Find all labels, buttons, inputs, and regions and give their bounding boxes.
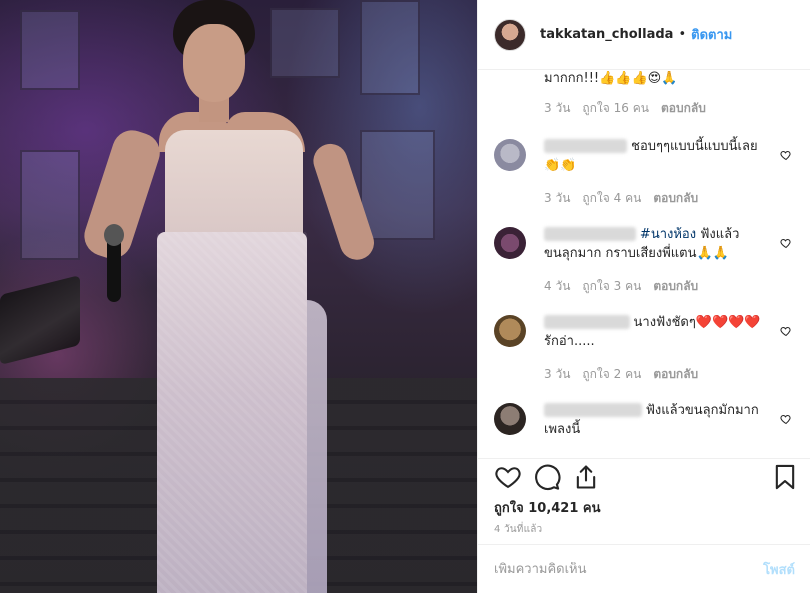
avatar[interactable] — [494, 18, 526, 51]
post-username[interactable]: takkatan_chollada — [540, 27, 673, 42]
post-button[interactable]: โพสต์ — [763, 559, 795, 580]
reply-button[interactable]: ตอบกลับ — [653, 277, 698, 296]
comment-text-block: nnaeng_auunฟังแล้วขนลุกมักมากเพลงนี้ — [544, 401, 768, 439]
post-timestamp[interactable]: 4 วันที่แล้ว — [494, 522, 542, 537]
avatar[interactable] — [494, 403, 526, 435]
bookmark-icon[interactable] — [771, 463, 799, 491]
reply-button[interactable]: ตอบกลับ — [653, 189, 698, 208]
comment-meta: 3 วัน ถูกใจ 4 คน ตอบกลับ — [544, 189, 698, 208]
backdrop-window — [20, 150, 80, 260]
comments-list[interactable]: มากกก!!!👍👍👍😍🙏 3 วัน ถูกใจ 16 คน ตอบกลับ … — [478, 71, 810, 458]
small-heart-icon[interactable] — [780, 413, 792, 425]
reply-button[interactable]: ตอบกลับ — [653, 365, 698, 384]
follow-button[interactable]: ติดตาม — [691, 24, 732, 45]
post-photo[interactable] — [0, 0, 477, 593]
singer-figure — [79, 0, 395, 593]
small-heart-icon[interactable] — [780, 237, 792, 249]
comment-time[interactable]: 3 วัน — [544, 189, 570, 208]
comment-likes[interactable]: ถูกใจ 2 คน — [582, 365, 641, 384]
small-heart-icon[interactable] — [780, 325, 792, 337]
comment-text-block: nipaaa3103นางฟังชัดๆ❤️❤️❤️❤️รักอ่า..... — [544, 313, 768, 351]
avatar[interactable] — [494, 227, 526, 259]
comment-text: มากกก!!!👍👍👍😍🙏 — [544, 71, 678, 86]
comment-time[interactable]: 3 วัน — [544, 99, 570, 118]
small-heart-icon[interactable] — [780, 149, 792, 161]
comment-text-block: ais_thiyanan#นางห้อง ฟังแล้วขนลุกมาก กรา… — [544, 225, 768, 263]
reply-button[interactable]: ตอบกลับ — [661, 99, 706, 118]
separator-dot: • — [678, 27, 687, 42]
comment-username[interactable]: nnaeng_auun — [544, 403, 642, 417]
avatar[interactable] — [494, 315, 526, 347]
comment-time[interactable]: 3 วัน — [544, 365, 570, 384]
comment-meta: 3 วัน ถูกใจ 16 คน ตอบกลับ — [544, 99, 706, 118]
guitar — [0, 275, 80, 365]
comment-text-block: laoolvnillasชอบๆๆแบบนี้แบบนี้เลย👏👏 — [544, 137, 768, 175]
avatar[interactable] — [494, 139, 526, 171]
comment-likes[interactable]: ถูกใจ 4 คน — [582, 189, 641, 208]
comment-meta: 4 วัน ถูกใจ 3 คน ตอบกลับ — [544, 277, 698, 296]
comment-time[interactable]: 4 วัน — [544, 277, 570, 296]
post-header: takkatan_chollada • ติดตาม — [478, 0, 810, 70]
microphone — [104, 224, 124, 302]
heart-icon[interactable] — [494, 463, 522, 491]
post-panel: takkatan_chollada • ติดตาม มากกก!!!👍👍👍😍🙏… — [477, 0, 810, 593]
comment-likes[interactable]: ถูกใจ 3 คน — [582, 277, 641, 296]
comment-username[interactable]: laoolvnillas — [544, 139, 628, 153]
action-bar — [478, 461, 810, 491]
comment-likes[interactable]: ถูกใจ 16 คน — [582, 99, 649, 118]
post-actions: ถูกใจ 10,421 คน 4 วันที่แล้ว — [478, 458, 810, 535]
comment-username[interactable]: nipaaa3103 — [544, 315, 630, 329]
likes-count[interactable]: ถูกใจ 10,421 คน — [494, 497, 601, 518]
comment-input[interactable] — [494, 561, 764, 577]
share-icon[interactable] — [572, 463, 600, 491]
comment-meta: 3 วัน ถูกใจ 2 คน ตอบกลับ — [544, 365, 698, 384]
comment-icon[interactable] — [533, 463, 561, 491]
backdrop-window — [20, 10, 80, 90]
comment-hashtag[interactable]: #นางห้อง — [640, 227, 696, 242]
add-comment-bar: โพสต์ — [478, 544, 810, 593]
comment-username[interactable]: ais_thiyanan — [544, 227, 636, 241]
